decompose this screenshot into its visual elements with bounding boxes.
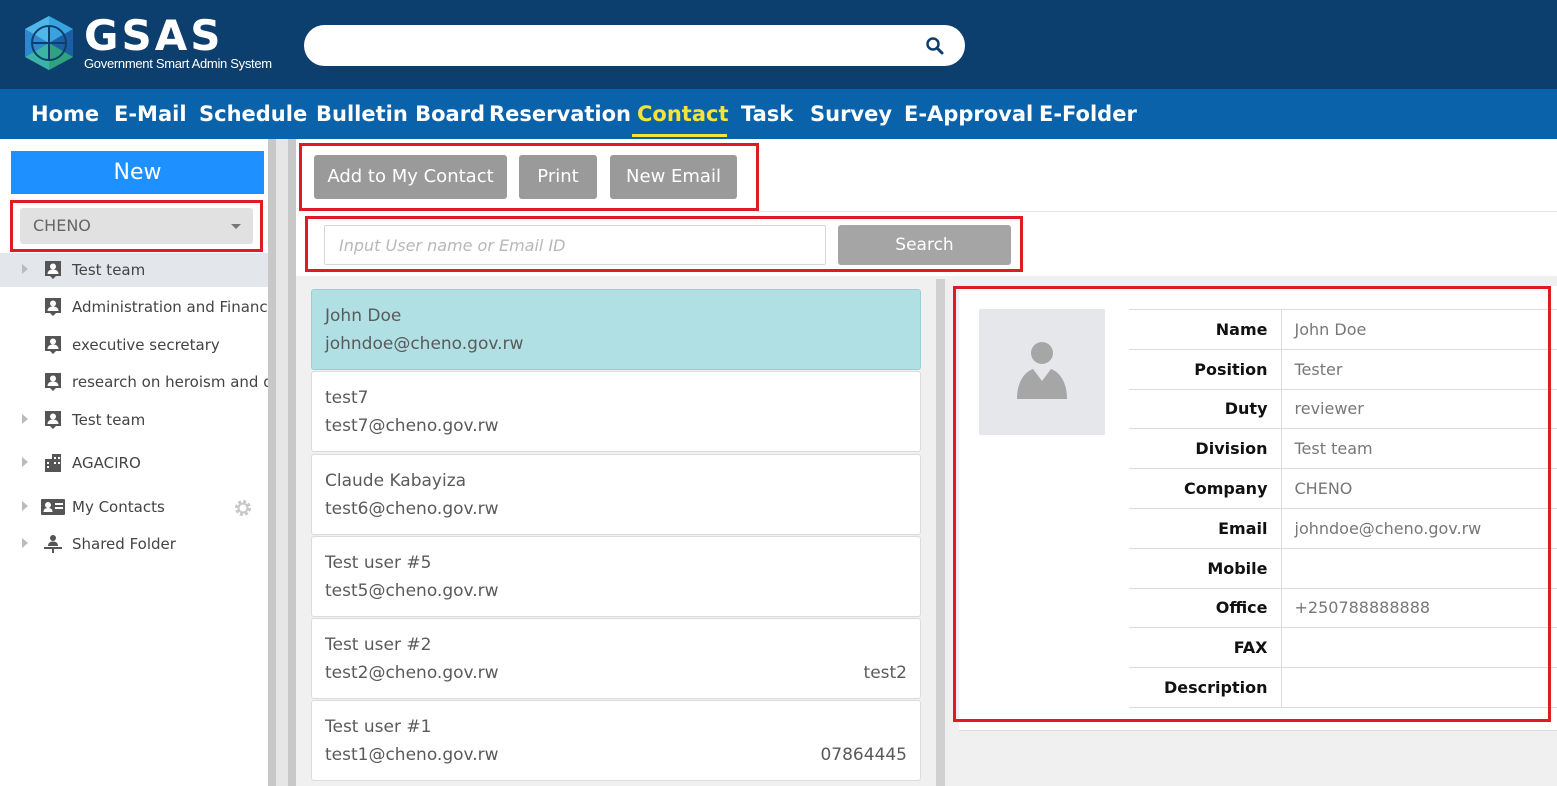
- user-search-input[interactable]: [324, 225, 826, 265]
- contact-main: Add to My Contact Print New Email Search…: [296, 139, 1557, 786]
- contact-email: test7@cheno.gov.rw: [325, 416, 499, 436]
- tree-item-administration[interactable]: Administration and Finance: [0, 290, 268, 324]
- contact-list-item[interactable]: Claude Kabayiza test6@cheno.gov.rw: [311, 454, 921, 535]
- add-to-my-contact-button[interactable]: Add to My Contact: [314, 155, 507, 199]
- company-select-highlight: CHENO: [10, 200, 263, 252]
- main-nav: Home E-Mail Schedule Bulletin Board Rese…: [0, 89, 1557, 139]
- contact-group-icon: [45, 261, 61, 279]
- sidebar: New CHENO Test team Administration and F…: [0, 139, 268, 786]
- tree-item-label: Administration and Finance: [72, 298, 268, 316]
- tree-item-label: research on heroism and d: [72, 373, 268, 391]
- expand-arrow-icon[interactable]: [22, 264, 28, 274]
- global-search-input[interactable]: [322, 33, 912, 58]
- contact-card-icon: [41, 499, 65, 515]
- contact-list-item[interactable]: Test user #1 test1@cheno.gov.rw 07864445: [311, 700, 921, 781]
- tree-item-test-team-2[interactable]: Test team: [0, 403, 268, 437]
- building-icon: [45, 454, 61, 472]
- contact-name: Test user #1: [325, 717, 432, 737]
- expand-arrow-icon[interactable]: [22, 414, 28, 424]
- app-header: GSAS Government Smart Admin System: [0, 0, 1557, 89]
- nav-email[interactable]: E-Mail: [114, 100, 187, 128]
- contact-extra: 07864445: [820, 745, 907, 765]
- contact-group-icon: [45, 336, 61, 354]
- chevron-down-icon: [231, 224, 241, 229]
- shared-folder-icon: [44, 535, 62, 553]
- brand-name: GSAS: [84, 11, 224, 60]
- tree-item-label: Shared Folder: [72, 535, 176, 553]
- nav-reservation[interactable]: Reservation: [489, 100, 631, 128]
- tree-item-test-team[interactable]: Test team: [0, 253, 268, 287]
- nav-bulletin-board[interactable]: Bulletin Board: [316, 100, 485, 128]
- tree-item-shared-folder[interactable]: Shared Folder: [0, 527, 268, 561]
- tree-item-label: Test team: [72, 411, 146, 429]
- new-email-button[interactable]: New Email: [610, 155, 737, 199]
- contact-email: johndoe@cheno.gov.rw: [325, 334, 524, 354]
- gear-icon[interactable]: [233, 498, 253, 518]
- expand-arrow-icon[interactable]: [22, 538, 28, 548]
- tree-item-label: executive secretary: [72, 336, 220, 354]
- sidebar-resize-handle[interactable]: [268, 139, 296, 786]
- company-select-value: CHENO: [33, 216, 91, 235]
- contact-name: Test user #5: [325, 553, 432, 573]
- contact-email: test5@cheno.gov.rw: [325, 581, 499, 601]
- contact-detail-highlight: [953, 286, 1551, 722]
- contact-list-item[interactable]: test7 test7@cheno.gov.rw: [311, 371, 921, 452]
- nav-home[interactable]: Home: [31, 100, 99, 128]
- tree-item-label: AGACIRO: [72, 454, 141, 472]
- user-search-bar: Search: [305, 216, 1023, 272]
- nav-survey[interactable]: Survey: [810, 100, 892, 128]
- contact-name: Claude Kabayiza: [325, 471, 467, 491]
- tree-item-my-contacts[interactable]: My Contacts: [0, 490, 268, 524]
- contact-name: John Doe: [325, 306, 402, 326]
- contact-list-item[interactable]: John Doe johndoe@cheno.gov.rw: [311, 289, 921, 370]
- global-search: [304, 25, 965, 66]
- contact-list: John Doe johndoe@cheno.gov.rw test7 test…: [311, 289, 921, 786]
- contact-email: test1@cheno.gov.rw: [325, 745, 499, 765]
- tree-item-label: My Contacts: [72, 498, 165, 516]
- nav-task[interactable]: Task: [741, 100, 793, 128]
- toolbar: Add to My Contact Print New Email: [299, 143, 759, 211]
- tree-item-executive-secretary[interactable]: executive secretary: [0, 328, 268, 362]
- logo-globe-icon: [25, 16, 73, 70]
- contact-name: test7: [325, 388, 369, 408]
- search-icon[interactable]: [925, 36, 945, 56]
- tree-item-research[interactable]: research on heroism and d: [0, 365, 268, 399]
- tree-item-label: Test team: [72, 261, 146, 279]
- nav-e-folder[interactable]: E-Folder: [1039, 100, 1137, 128]
- nav-e-approval[interactable]: E-Approval: [904, 100, 1033, 128]
- contact-extra: test2: [863, 663, 907, 683]
- contact-name: Test user #2: [325, 635, 432, 655]
- nav-schedule[interactable]: Schedule: [199, 100, 307, 128]
- contact-group-icon: [45, 298, 61, 316]
- contact-group-icon: [45, 411, 61, 429]
- contact-list-item[interactable]: Test user #5 test5@cheno.gov.rw: [311, 536, 921, 617]
- print-button[interactable]: Print: [519, 155, 597, 199]
- search-button[interactable]: Search: [838, 225, 1011, 265]
- new-contact-button[interactable]: New: [11, 151, 264, 194]
- nav-active-indicator: [632, 134, 727, 137]
- contact-email: test6@cheno.gov.rw: [325, 499, 499, 519]
- expand-arrow-icon[interactable]: [22, 501, 28, 511]
- company-select[interactable]: CHENO: [20, 208, 253, 244]
- brand-subtitle: Government Smart Admin System: [84, 56, 272, 71]
- expand-arrow-icon[interactable]: [22, 457, 28, 467]
- contact-group-icon: [45, 373, 61, 391]
- tree-item-agaciro[interactable]: AGACIRO: [0, 446, 268, 480]
- nav-contact[interactable]: Contact: [637, 100, 729, 128]
- contact-email: test2@cheno.gov.rw: [325, 663, 499, 683]
- list-splitter[interactable]: [936, 279, 945, 786]
- contact-list-item[interactable]: Test user #2 test2@cheno.gov.rw test2: [311, 618, 921, 699]
